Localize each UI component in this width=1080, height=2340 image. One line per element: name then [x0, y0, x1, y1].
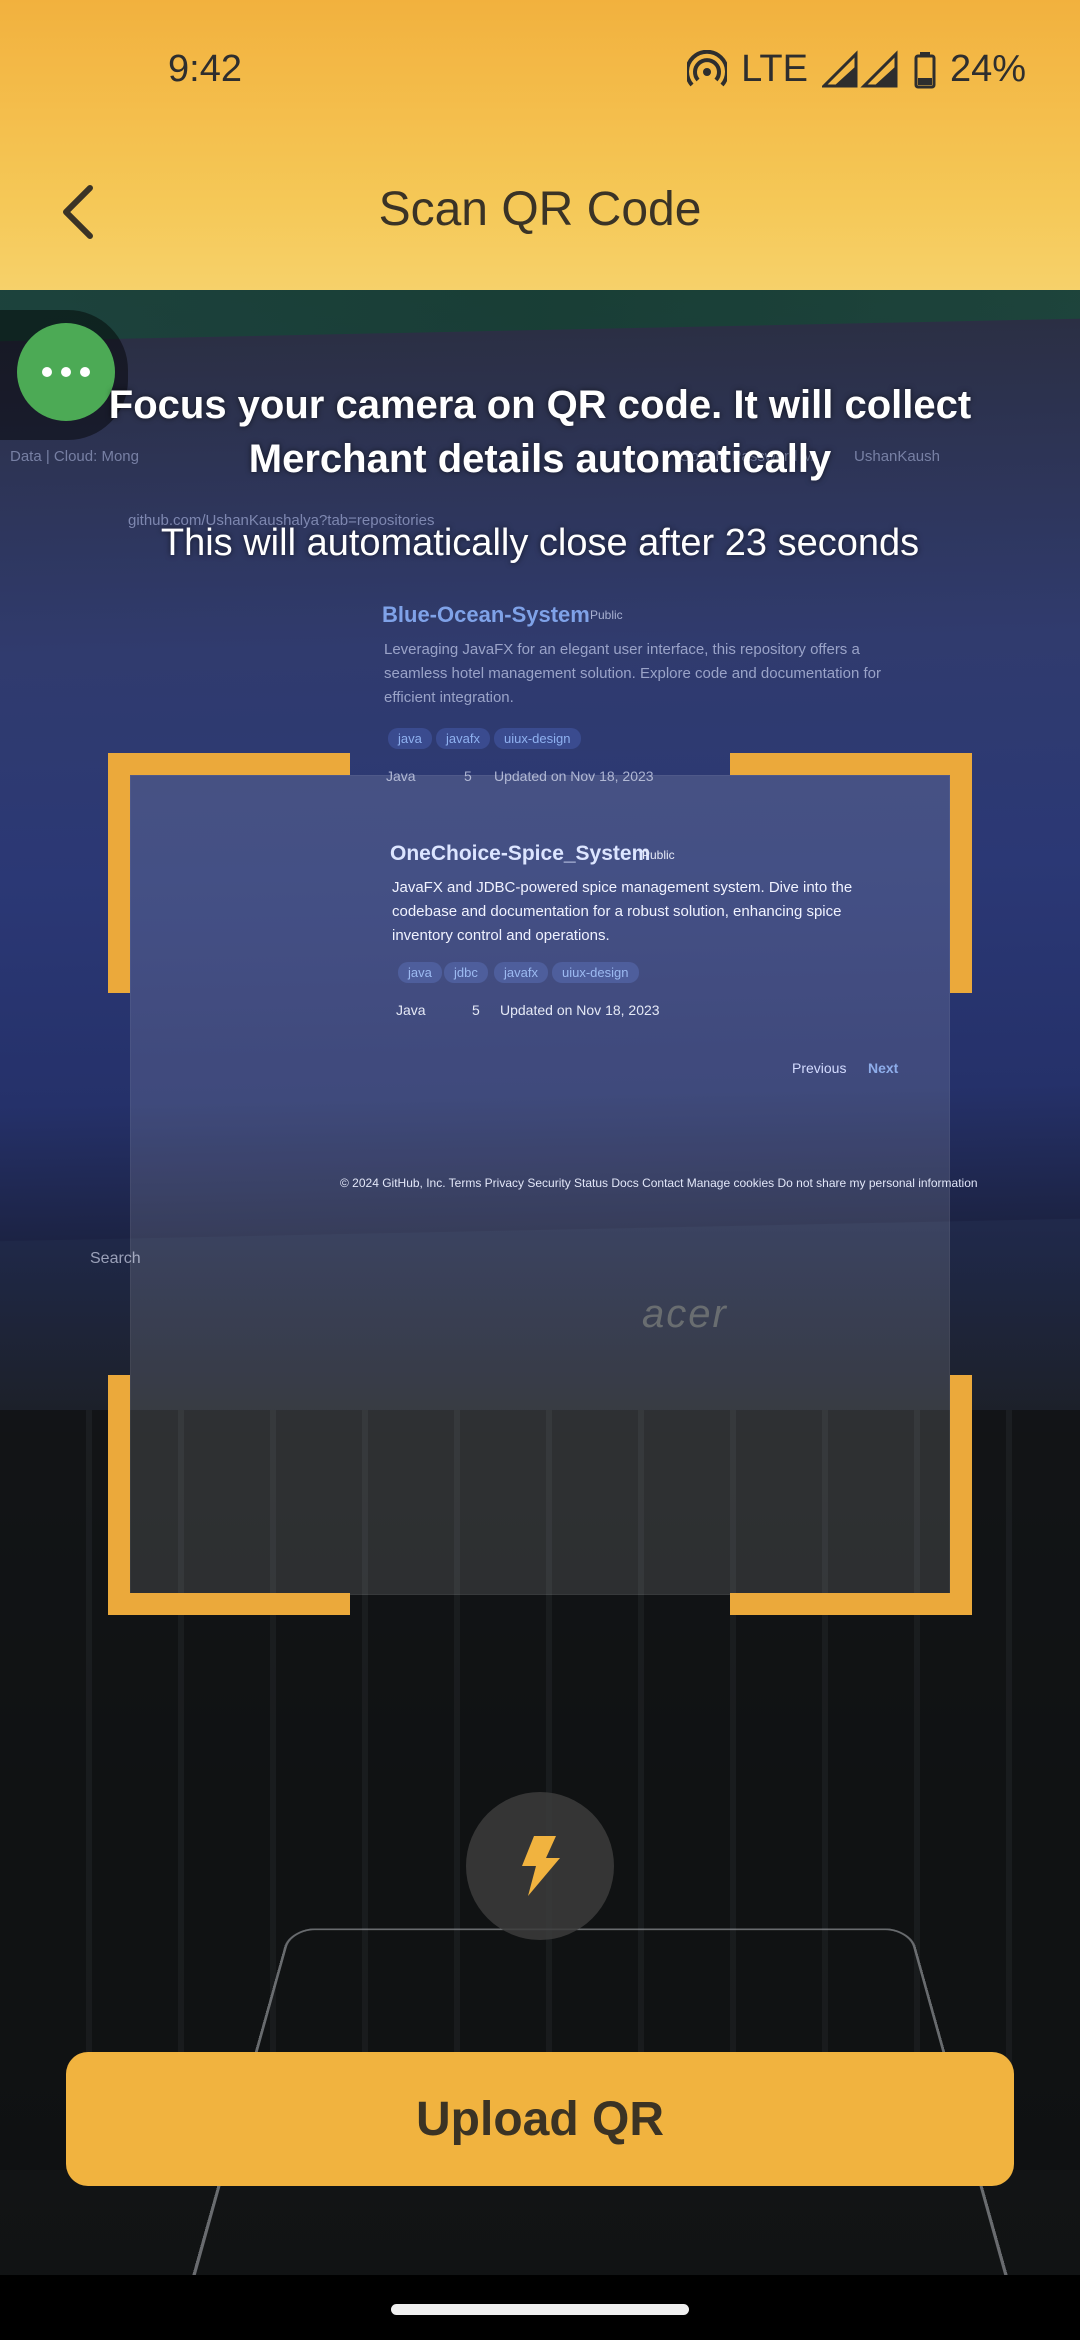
- hotspot-icon: [687, 49, 728, 86]
- signal-icon: [821, 49, 898, 87]
- flash-icon: [522, 1836, 560, 1896]
- network-type: LTE: [741, 48, 808, 90]
- scan-frame-corner-top-right: [730, 753, 972, 993]
- more-dots-icon: [42, 367, 90, 377]
- repo-visibility: Public: [590, 608, 623, 622]
- battery-icon: [914, 51, 936, 88]
- auto-close-timer: This will automatically close after 23 s…: [160, 522, 920, 564]
- home-indicator[interactable]: [391, 2304, 689, 2315]
- repo-topic: uiux-design: [494, 728, 581, 749]
- status-time: 9:42: [168, 48, 242, 90]
- repo-topic: javafx: [436, 728, 490, 749]
- status-icons: LTE 24%: [687, 48, 1026, 91]
- repo-description: Leveraging JavaFX for an elegant user in…: [384, 641, 881, 706]
- battery-level: 24%: [949, 48, 1026, 90]
- scan-frame-corner-bottom-left: [108, 1375, 350, 1615]
- repo-topic: java: [388, 728, 432, 749]
- scan-frame-corner-bottom-right: [730, 1375, 972, 1615]
- scan-instruction: Focus your camera on QR code. It will co…: [108, 383, 972, 481]
- scan-frame-corner-top-left: [108, 753, 350, 993]
- page-title: Scan QR Code: [378, 183, 702, 236]
- app-header: 9:42 LTE 24% Scan QR Code: [0, 0, 1080, 290]
- upload-qr-button[interactable]: Upload QR: [66, 2052, 1014, 2186]
- flash-toggle-button[interactable]: [466, 1792, 614, 1940]
- repo-title: Blue-Ocean-System: [382, 602, 590, 627]
